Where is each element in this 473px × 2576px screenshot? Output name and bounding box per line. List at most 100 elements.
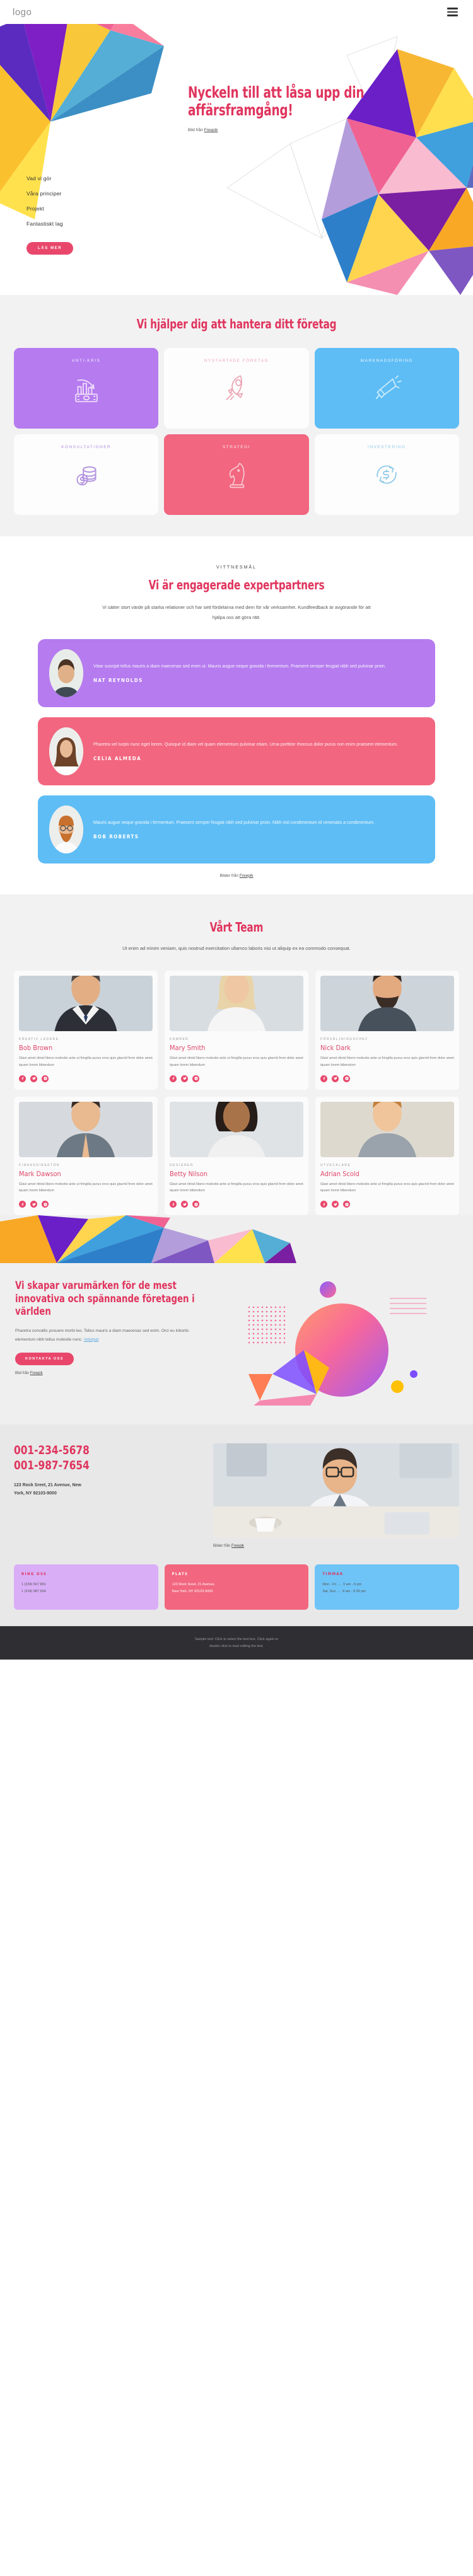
facebook-icon[interactable] — [170, 1201, 177, 1208]
twitter-icon[interactable] — [332, 1201, 339, 1208]
testimonial-author: BOB ROBERTS — [93, 834, 139, 840]
instagram-icon[interactable] — [343, 1075, 350, 1082]
contact-card-line-1: 123 Rock Sreet, 21 Avenue, — [172, 1583, 216, 1587]
landing-page: logo Vad vi gör Våra principer Projekt F… — [0, 0, 473, 1660]
polygon-band-decoration — [0, 1215, 473, 1264]
service-label-marknadsforing: MARKNADSFÖRING — [360, 359, 413, 363]
avatar — [49, 805, 83, 853]
service-card-investering[interactable]: INVESTERING — [314, 434, 459, 515]
team-member-role: UTVECKLARE — [320, 1163, 351, 1167]
twitter-icon[interactable] — [181, 1201, 188, 1208]
team-section: Vårt Team Ut enim ad minim veniam, quis … — [0, 894, 473, 1264]
hero-nav-item-projekt[interactable]: Projekt — [26, 205, 170, 212]
hero-left-column: Vad vi gör Våra principer Projekt Fantas… — [0, 24, 170, 295]
phone-number-secondary[interactable]: 001-987-7654 — [14, 1458, 184, 1474]
contact-card-line-2: New York, NY 92103-9000 — [172, 1590, 213, 1594]
testimonials-credit-link[interactable]: Freepik — [240, 874, 254, 878]
team-member-socials — [170, 1075, 303, 1082]
facebook-icon[interactable] — [19, 1201, 26, 1208]
team-member-socials — [320, 1075, 454, 1082]
testimonials-credit-prefix: Bilder från — [219, 873, 240, 878]
hero-nav-item-fantastiskt-lag[interactable]: Fantastiskt lag — [26, 221, 170, 227]
contact-credit-link[interactable]: Freepik — [231, 1544, 244, 1548]
twitter-icon[interactable] — [181, 1075, 188, 1082]
team-member-card[interactable]: KREATIV LEDARE Bob Brown Glavi amet ritn… — [14, 971, 158, 1090]
twitter-icon[interactable] — [332, 1075, 339, 1082]
contact-card-title: TIMMAR — [322, 1572, 344, 1577]
avatar — [49, 649, 83, 697]
team-member-name: Mark Dawson — [19, 1169, 61, 1178]
team-member-photo — [19, 976, 153, 1032]
services-section: Vi hjälper dig att hantera ditt företag … — [0, 295, 473, 536]
team-member-card[interactable]: KAMRER Mary Smith Glavi amet ritnisl lib… — [165, 971, 308, 1090]
contact-info-grid: RING OSS 1 (234) 567 891 1 (234) 987 654… — [14, 1564, 459, 1610]
hamburger-menu-icon[interactable] — [445, 5, 460, 19]
contact-left-column: 001-234-5678 001-987-7654 123 Rock Sreet… — [14, 1443, 203, 1498]
contact-card-line-1: Mon - Fri ..... 9 am - 6 pm — [322, 1583, 362, 1587]
hero-nav-item-vad-vi-gor[interactable]: Vad vi gör — [26, 175, 170, 182]
team-member-name: Mary Smith — [170, 1044, 206, 1053]
instagram-icon[interactable] — [42, 1201, 49, 1208]
twitter-icon[interactable] — [30, 1075, 37, 1082]
phone-number-primary[interactable]: 001-234-5678 — [14, 1443, 184, 1458]
team-member-card[interactable]: DESIGNER Betty Nilson Glavi amet ritnisl… — [165, 1096, 308, 1216]
service-label-investering: INVESTERING — [368, 445, 406, 449]
contact-address-line-2: York, NY 92103-9000 — [14, 1491, 57, 1496]
team-member-photo — [170, 1101, 303, 1157]
facebook-icon[interactable] — [170, 1075, 177, 1082]
team-member-bio: Glavi amet ritnisl libero molestie ante … — [170, 1056, 303, 1067]
team-grid: KREATIV LEDARE Bob Brown Glavi amet ritn… — [0, 971, 473, 1216]
hero-title: Nyckeln till att låsa upp din affärsfram… — [188, 83, 365, 119]
team-member-card[interactable]: FINANSDIREKTÖR Mark Dawson Glavi amet ri… — [14, 1096, 158, 1216]
brand-paragraph-text: Pharetra convallis posuere morbi leo. Te… — [15, 1329, 189, 1342]
twitter-icon[interactable] — [30, 1201, 37, 1208]
team-member-role: DESIGNER — [170, 1163, 194, 1167]
instagram-icon[interactable] — [192, 1201, 199, 1208]
team-member-photo — [170, 976, 303, 1032]
instagram-icon[interactable] — [343, 1201, 350, 1208]
contact-credit-prefix: Bilder från — [213, 1544, 232, 1549]
testimonial-card-bob-roberts: Mauris augue neque gravida i fermentum. … — [38, 795, 435, 863]
testimonial-card-celia-almeda: Pharetra vel turpis nunc eget lorem. Qui… — [38, 717, 435, 785]
team-member-socials — [320, 1201, 454, 1208]
contact-card-plats: PLATS 123 Rock Sreet, 21 Avenue, New Yor… — [164, 1564, 309, 1610]
facebook-icon[interactable] — [320, 1075, 327, 1082]
contact-card-line-1: 1 (234) 567 891 — [21, 1583, 46, 1587]
footer-line-2: double click to start editing the text. — [209, 1644, 264, 1648]
contact-card-line-2: 1 (234) 987 654 — [21, 1590, 46, 1594]
facebook-icon[interactable] — [19, 1075, 26, 1082]
testimonials-subtitle: Vi sätter stort värde på starka relation… — [102, 604, 371, 620]
service-card-anti-kris[interactable]: ANTI-KRIS — [14, 348, 159, 429]
rocket-icon — [226, 375, 243, 400]
hero-right-column: Nyckeln till att låsa upp din affärsfram… — [170, 24, 473, 295]
team-subtitle: Ut enim ad minim veniam, quis nostrud ex… — [122, 945, 351, 951]
team-member-socials — [170, 1201, 303, 1208]
brand-paragraph-link[interactable]: Volutpat — [84, 1337, 99, 1342]
contact-card-title: PLATS — [172, 1572, 189, 1577]
hero-cta-button[interactable]: LÄS MER — [26, 242, 74, 255]
service-card-konsultationer[interactable]: KONSULTATIONER — [14, 434, 159, 515]
testimonial-author: CELIA ALMEDA — [93, 756, 142, 762]
contact-address: 123 Rock Sreet, 21 Avenue, New York, NY … — [14, 1481, 203, 1498]
hero-nav-item-vara-principer[interactable]: Våra principer — [26, 190, 170, 197]
brand-cta-button[interactable]: KONTAKTA OSS — [15, 1352, 74, 1365]
hero-credit-link[interactable]: Freepik — [204, 128, 218, 132]
team-member-role: FINANSDIREKTÖR — [19, 1163, 61, 1167]
instagram-icon[interactable] — [42, 1075, 49, 1082]
dollar-refresh-icon — [377, 465, 397, 484]
facebook-icon[interactable] — [320, 1201, 327, 1208]
team-member-card[interactable]: FÖRSÄLJNINGSCHEF Nick Dark Glavi amet ri… — [315, 971, 459, 1090]
service-card-strategi[interactable]: STRATEGI — [164, 434, 309, 515]
megaphone-icon — [376, 375, 402, 400]
team-member-name: Betty Nilson — [170, 1169, 208, 1178]
instagram-icon[interactable] — [192, 1075, 199, 1082]
avatar — [49, 727, 83, 775]
service-card-nystartade-foretag[interactable]: NYSTARTADE FÖRETAG — [164, 348, 309, 429]
team-member-bio: Glavi amet ritnisl libero molestie ante … — [320, 1056, 454, 1067]
brand-image-credit: Bild från Freepik — [15, 1372, 204, 1375]
contact-card-line-2: Sat, Sun ..... 9 am - 6:30 pm — [322, 1590, 366, 1594]
site-logo[interactable]: logo — [13, 7, 32, 18]
brand-credit-link[interactable]: Freepik — [30, 1372, 43, 1375]
team-member-card[interactable]: UTVECKLARE Adrian Scold Glavi amet ritni… — [315, 1096, 459, 1216]
service-card-marknadsforing[interactable]: MARKNADSFÖRING — [314, 348, 459, 429]
